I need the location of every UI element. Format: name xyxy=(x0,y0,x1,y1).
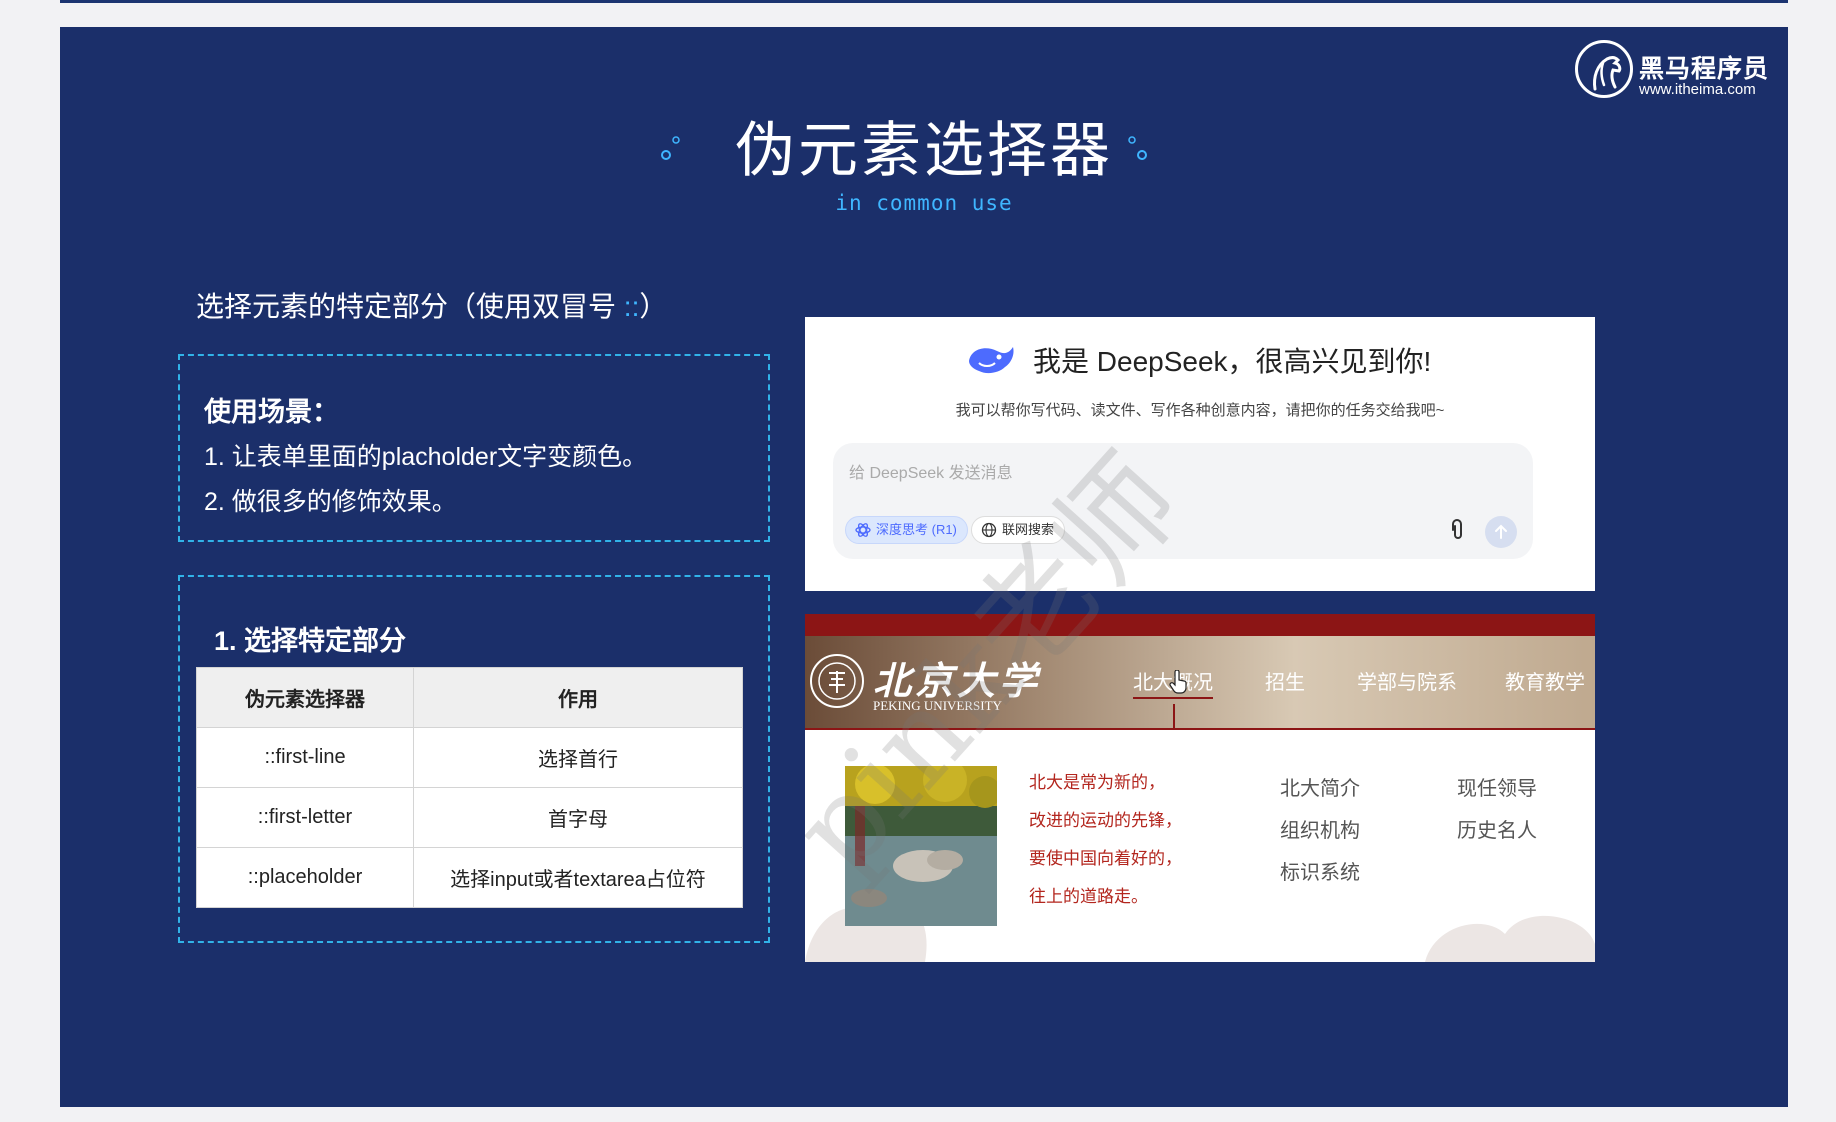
pku-name-en: PEKING UNIVERSITY xyxy=(873,698,1002,713)
pku-top-bar xyxy=(805,614,1595,636)
table-row: ::first-line 选择首行 xyxy=(196,727,743,788)
deepseek-title: 我是 DeepSeek，很高兴见到你! xyxy=(1033,346,1432,377)
intro-text: 选择元素的特定部分（使用双冒号 ::） xyxy=(196,287,667,327)
pku-quote-line: 要使中国向着好的， xyxy=(1029,849,1182,868)
page-title: 伪元素选择器 xyxy=(735,117,1113,184)
horse-head-icon xyxy=(1593,56,1622,91)
table-cell: 选择首行 xyxy=(413,727,743,788)
send-button[interactable] xyxy=(1485,516,1517,548)
table-cell: 首字母 xyxy=(413,787,743,848)
column-header: 伪元素选择器 xyxy=(196,667,414,728)
pku-link-history[interactable]: 历史名人 xyxy=(1457,814,1537,843)
scenario-heading: 使用场景： xyxy=(204,397,339,427)
deepseek-subtitle: 我可以帮你写代码、读文件、写作各种创意内容，请把你的任务交给我吧~ xyxy=(955,402,1445,419)
deepseek-message-input[interactable]: 给 DeepSeek 发送消息 深度思考 (R1) 联网搜索 xyxy=(833,443,1533,559)
globe-icon xyxy=(981,522,997,538)
pku-quote-line: 改进的运动的先锋， xyxy=(1029,811,1182,830)
deep-think-label: 深度思考 (R1) xyxy=(876,522,957,537)
deepseek-screenshot: 我是 DeepSeek，很高兴见到你! 我可以帮你写代码、读文件、写作各种创意内… xyxy=(805,317,1595,591)
hand-cursor-icon xyxy=(1169,670,1187,694)
paperclip-icon[interactable] xyxy=(1445,518,1469,542)
web-search-label: 联网搜索 xyxy=(1002,522,1055,537)
table-cell: ::first-letter xyxy=(196,787,414,848)
pku-link-identity[interactable]: 标识系统 xyxy=(1280,856,1360,885)
pku-nav-admissions[interactable]: 招生 xyxy=(1265,666,1305,695)
table-row: ::placeholder 选择input或者textarea占位符 xyxy=(196,847,743,908)
brand-logo: 黑马程序员 www.itheima.com xyxy=(1575,37,1775,107)
selector-table: 伪元素选择器 作用 ::first-line 选择首行 ::first-lett… xyxy=(196,667,743,908)
pku-screenshot: 北京大学 PEKING UNIVERSITY 北大概况 招生 学部与院系 教育教… xyxy=(805,614,1595,962)
pku-quote-line: 北大是常为新的， xyxy=(1029,773,1165,792)
pku-name: 北京大学 xyxy=(873,658,1042,703)
web-search-toggle[interactable]: 联网搜索 xyxy=(971,516,1066,544)
column-header: 作用 xyxy=(413,667,743,728)
selector-box: 1. 选择特定部分 伪元素选择器 作用 ::first-line 选择首行 ::… xyxy=(178,575,770,943)
pku-header: 北京大学 PEKING UNIVERSITY 北大概况 招生 学部与院系 教育教… xyxy=(805,636,1595,730)
scenario-item: 2. 做很多的修饰效果。 xyxy=(204,488,457,516)
deep-think-toggle[interactable]: 深度思考 (R1) xyxy=(845,516,968,544)
table-header-row: 伪元素选择器 作用 xyxy=(196,667,743,728)
pku-nav-education[interactable]: 教育教学 xyxy=(1505,666,1585,695)
deepseek-whale-icon xyxy=(969,347,1014,374)
brand-url: www.itheima.com xyxy=(1639,81,1756,98)
pku-quote-line: 往上的道路走。 xyxy=(1029,887,1148,906)
page-subtitle: in common use xyxy=(835,191,1013,215)
scenario-item: 1. 让表单里面的placholder文字变颜色。 xyxy=(204,443,648,471)
horse-logo-icon xyxy=(1575,40,1633,98)
scenario-box: 使用场景： 1. 让表单里面的placholder文字变颜色。 2. 做很多的修… xyxy=(178,354,770,542)
intro-close: ） xyxy=(639,291,668,322)
pku-link-intro[interactable]: 北大简介 xyxy=(1280,772,1360,801)
table-row: ::first-letter 首字母 xyxy=(196,787,743,848)
intro-colons: :: xyxy=(623,291,640,322)
atom-icon xyxy=(855,523,871,537)
intro-label: 选择元素的特定部分（使用双冒号 xyxy=(196,291,617,322)
pku-nav-marker xyxy=(1173,704,1175,728)
arrow-up-icon xyxy=(1495,524,1507,539)
table-cell: 选择input或者textarea占位符 xyxy=(413,847,743,908)
selector-heading: 1. 选择特定部分 xyxy=(214,626,407,656)
pku-link-leaders[interactable]: 现任领导 xyxy=(1457,772,1537,801)
pku-nav-schools[interactable]: 学部与院系 xyxy=(1357,666,1457,695)
top-border xyxy=(60,0,1788,3)
table-cell: ::first-line xyxy=(196,727,414,788)
table-cell: ::placeholder xyxy=(196,847,414,908)
pku-seal-icon xyxy=(810,654,864,708)
brand-name: 黑马程序员 xyxy=(1639,55,1770,83)
pku-link-organization[interactable]: 组织机构 xyxy=(1280,814,1360,843)
deepseek-input-placeholder: 给 DeepSeek 发送消息 xyxy=(849,465,1013,482)
lake-photo xyxy=(845,766,997,926)
